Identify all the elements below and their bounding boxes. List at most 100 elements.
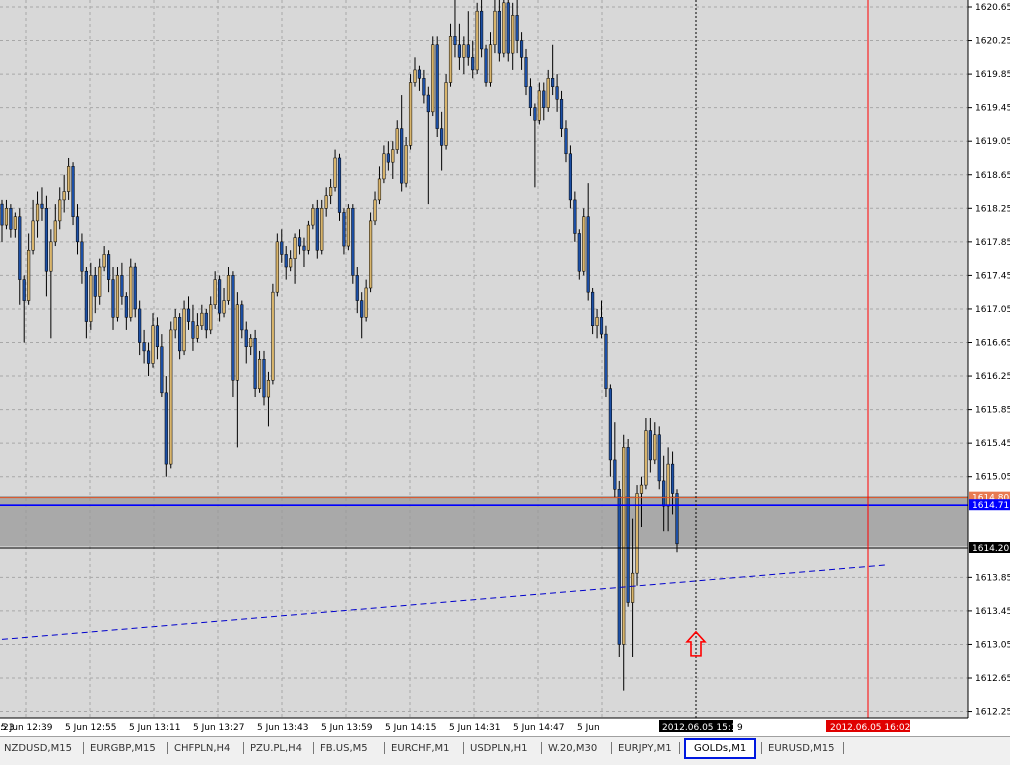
candle-body bbox=[151, 325, 155, 364]
candle-body bbox=[648, 430, 652, 461]
chart-tab[interactable]: PZU.PL,H4 bbox=[248, 740, 304, 757]
candle-body bbox=[129, 266, 133, 318]
candle-body bbox=[106, 254, 111, 280]
candle-body bbox=[209, 304, 213, 331]
candle-body bbox=[475, 10, 479, 71]
candle-body bbox=[284, 254, 288, 268]
price-tick-label: 1612.25 bbox=[975, 708, 1010, 718]
chart-tab[interactable]: EURCHF,M1 bbox=[389, 740, 452, 757]
level-label: 1614.71 bbox=[972, 501, 1009, 511]
candle-body bbox=[71, 166, 75, 217]
tab-separator bbox=[541, 742, 542, 754]
candle-body bbox=[324, 195, 328, 209]
candle-body bbox=[435, 44, 439, 129]
candle-body bbox=[75, 216, 80, 243]
price-tick-label: 1619.85 bbox=[975, 70, 1010, 80]
candle-body bbox=[542, 90, 546, 108]
candle-body bbox=[58, 199, 62, 222]
chart-tab[interactable]: CHFPLN,H4 bbox=[172, 740, 232, 757]
chart-tab[interactable]: FB.US,M5 bbox=[318, 740, 370, 757]
candle-body bbox=[169, 329, 173, 465]
candle-body bbox=[253, 338, 257, 389]
candle-body bbox=[573, 199, 577, 234]
candle-body bbox=[653, 434, 657, 461]
tab-separator bbox=[843, 742, 844, 754]
candle-body bbox=[13, 216, 17, 230]
tab-separator bbox=[313, 742, 314, 754]
candle-body bbox=[257, 359, 262, 389]
candle-body bbox=[422, 78, 426, 96]
tab-separator bbox=[83, 742, 84, 754]
tab-separator bbox=[384, 742, 385, 754]
candle-body bbox=[595, 317, 599, 326]
candle-body bbox=[488, 44, 493, 83]
candle-body bbox=[404, 145, 408, 184]
candle-body bbox=[18, 216, 22, 280]
candle-body bbox=[124, 296, 128, 318]
candle-body bbox=[551, 78, 555, 87]
candle-body bbox=[120, 275, 124, 297]
price-tick-label: 1615.85 bbox=[975, 406, 1010, 416]
chart-tab[interactable]: W.20,M30 bbox=[546, 740, 599, 757]
candle-body bbox=[515, 15, 519, 41]
candle-body bbox=[49, 241, 53, 272]
tab-separator bbox=[167, 742, 168, 754]
price-tick-label: 1619.05 bbox=[975, 137, 1010, 147]
candle-body bbox=[395, 128, 399, 150]
candle-body bbox=[608, 388, 612, 461]
chart-tab[interactable]: USDPLN,H1 bbox=[468, 740, 530, 757]
chart-tab[interactable]: EURGBP,M15 bbox=[88, 740, 158, 757]
candle-body bbox=[178, 317, 182, 352]
chart-tab[interactable]: NZDUSD,M15 bbox=[2, 740, 74, 757]
candle-body bbox=[631, 572, 635, 603]
candle-body bbox=[146, 350, 151, 364]
candle-body bbox=[297, 237, 302, 247]
candle-body bbox=[311, 208, 315, 226]
candle-body bbox=[604, 333, 608, 389]
time-tick-label: 5 Jun 13:27 bbox=[193, 723, 244, 733]
candle-body bbox=[249, 338, 253, 347]
candle-body bbox=[524, 57, 528, 87]
candle-body bbox=[617, 489, 621, 645]
candle-body bbox=[675, 493, 679, 545]
candle-body bbox=[462, 44, 466, 58]
chart-tab-bar: NZDUSD,M15 EURGBP,M15 CHFPLN,H4 PZU.PL,H4 FB… bbox=[0, 736, 1010, 765]
candle-body bbox=[22, 279, 26, 301]
candle-body bbox=[533, 107, 537, 121]
candle-body bbox=[218, 279, 222, 314]
candle-body bbox=[670, 463, 675, 494]
price-tick-label: 1613.85 bbox=[975, 573, 1010, 583]
candle-body bbox=[9, 208, 13, 230]
chart-tab[interactable]: EURJPY,M1 bbox=[616, 740, 674, 757]
candle-body bbox=[493, 10, 497, 45]
candle-body bbox=[102, 254, 106, 268]
candle-body bbox=[484, 48, 488, 83]
candle-body bbox=[440, 128, 444, 146]
crosshair-time-tail: 9 bbox=[737, 723, 743, 733]
time-tick-label: 5 Jun 13:11 bbox=[129, 723, 180, 733]
price-chart[interactable]: 1620.65 1620.25 1619.85 1619.45 1619.05 1618.… bbox=[0, 0, 1010, 736]
candle-body bbox=[160, 346, 164, 394]
price-tick-label: 1617.85 bbox=[975, 238, 1010, 248]
candle-body bbox=[62, 191, 66, 201]
price-tick-label: 1620.25 bbox=[975, 37, 1010, 47]
candle-body bbox=[138, 308, 142, 343]
candle-body bbox=[369, 220, 373, 289]
candle-body bbox=[577, 233, 581, 272]
candle-body bbox=[586, 216, 590, 293]
candle-body bbox=[329, 187, 333, 196]
candle-body bbox=[289, 258, 293, 268]
price-tick-label: 1613.45 bbox=[975, 607, 1010, 617]
candle-body bbox=[426, 94, 430, 113]
chart-tab[interactable]: GOLDs,M1 bbox=[684, 738, 757, 759]
candle-body bbox=[639, 484, 644, 494]
tab-separator bbox=[761, 742, 762, 754]
candle-body bbox=[591, 291, 595, 326]
candle-body bbox=[400, 128, 404, 184]
candle-body bbox=[280, 241, 284, 255]
chart-tab[interactable]: EURUSD,M15 bbox=[766, 740, 836, 757]
candle-body bbox=[386, 153, 390, 163]
candle-body bbox=[342, 212, 346, 247]
candle-body bbox=[235, 304, 239, 381]
candle-body bbox=[191, 321, 195, 339]
